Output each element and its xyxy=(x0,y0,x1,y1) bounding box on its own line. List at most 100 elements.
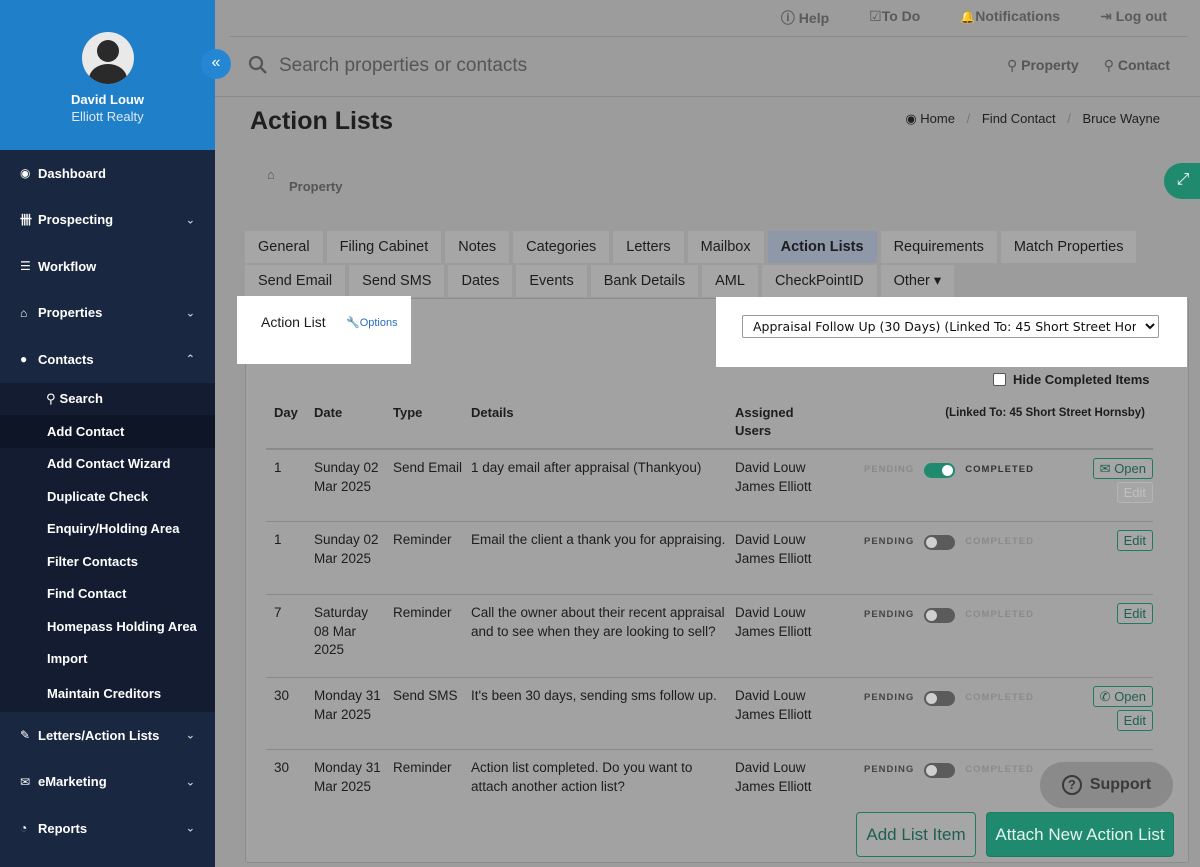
edit-button[interactable]: Edit xyxy=(1116,482,1153,503)
question-icon: ? xyxy=(1061,775,1082,795)
sidebar-item-label: Properties xyxy=(38,305,103,321)
sidebar-item-label: Prospecting xyxy=(38,212,114,228)
cell-type: Reminder xyxy=(393,760,452,775)
action-list-header: Action List 🔧Options xyxy=(237,296,411,364)
sidebar-item-prospecting[interactable]: 卌 Prospecting ⌄ xyxy=(0,197,215,244)
sidebar-item-letters-action-lists[interactable]: ✎ Letters/Action Lists ⌄ xyxy=(0,712,215,759)
chevron-down-icon: ⌄ xyxy=(185,776,195,789)
status-toggle[interactable] xyxy=(924,690,956,706)
cell-date: Monday 31 Mar 2025 xyxy=(314,688,381,722)
submenu-search[interactable]: ⚲ Search xyxy=(0,383,215,416)
search-bar: ⚲ Property ⚲ Contact xyxy=(215,37,1200,97)
cell-day: 1 xyxy=(274,460,282,475)
status-toggle[interactable] xyxy=(924,762,956,778)
envelope-icon: ✉ xyxy=(1099,461,1111,476)
tab-letters[interactable]: Letters xyxy=(613,231,684,263)
header-details: Details xyxy=(471,405,514,420)
help-link[interactable]: ⓘ Help xyxy=(781,8,829,28)
breadcrumb-find-contact[interactable]: Find Contact xyxy=(982,111,1056,126)
submenu-add-contact[interactable]: Add Contact xyxy=(0,415,215,448)
tab-dates[interactable]: Dates xyxy=(448,265,513,297)
submenu-filter-contacts[interactable]: Filter Contacts xyxy=(0,545,215,578)
expand-icon[interactable]: ⤢ xyxy=(1164,163,1200,199)
sidebar-item-emarketing[interactable]: ✉ eMarketing ⌄ xyxy=(0,759,215,806)
table-row: 1 Sunday 02 Mar 2025 Send Email 1 day em… xyxy=(266,450,1153,522)
options-link[interactable]: 🔧Options xyxy=(346,316,398,329)
notifications-label: Notifications xyxy=(975,8,1061,24)
tab-notes[interactable]: Notes xyxy=(445,231,510,263)
tab-general[interactable]: General xyxy=(245,231,323,263)
status-toggle-group: PENDING COMPLETED xyxy=(864,533,1034,552)
panel-title: Action List xyxy=(261,314,326,330)
completed-label: COMPLETED xyxy=(965,692,1034,703)
submenu-add-contact-wizard[interactable]: Add Contact Wizard xyxy=(0,448,215,481)
tab-aml[interactable]: AML xyxy=(702,265,758,297)
breadcrumb-home[interactable]: ◉ Home xyxy=(905,111,955,126)
edit-button[interactable]: Edit xyxy=(1116,710,1153,731)
cell-users: David Louw James Elliott xyxy=(735,460,812,494)
status-toggle[interactable] xyxy=(924,462,956,478)
support-button[interactable]: ? Support xyxy=(1040,762,1173,808)
breadcrumb: ◉ Home / Find Contact / Bruce Wayne xyxy=(905,111,1160,127)
tab-events[interactable]: Events xyxy=(516,265,587,297)
logout-link[interactable]: ⇥ Log out xyxy=(1100,8,1167,28)
todo-label: To Do xyxy=(881,8,921,24)
sidebar-item-workflow[interactable]: ☰ Workflow xyxy=(0,243,215,290)
tab-other[interactable]: Other ▾ xyxy=(880,265,955,297)
breadcrumb-separator: / xyxy=(966,111,971,126)
tab-categories[interactable]: Categories xyxy=(513,231,610,263)
submenu-label: Search xyxy=(59,391,103,407)
checkbox[interactable] xyxy=(993,373,1006,386)
edit-button[interactable]: Edit xyxy=(1116,603,1153,624)
tab-mailbox[interactable]: Mailbox xyxy=(687,231,764,263)
open-button[interactable]: ✆ Open xyxy=(1092,686,1153,707)
cell-users: David Louw James Elliott xyxy=(735,532,812,566)
cell-type: Send SMS xyxy=(393,688,458,703)
hide-completed-checkbox[interactable]: Hide Completed Items xyxy=(993,372,1150,387)
sidebar-item-label: Dashboard xyxy=(38,165,106,181)
options-label: Options xyxy=(359,317,398,329)
tab-filing-cabinet[interactable]: Filing Cabinet xyxy=(326,231,442,263)
property-link[interactable]: ⌂ Property xyxy=(267,167,342,194)
action-list-table: Day Date Type Details Assigned Users (Li… xyxy=(266,398,1153,822)
tab-match-properties[interactable]: Match Properties xyxy=(1000,231,1137,263)
tab-send-sms[interactable]: Send SMS xyxy=(349,265,445,297)
submenu-enquiry-holding-area[interactable]: Enquiry/Holding Area xyxy=(0,513,215,546)
status-toggle[interactable] xyxy=(924,607,956,623)
submenu-import[interactable]: Import xyxy=(0,643,215,676)
profile-company: Elliott Realty xyxy=(71,109,144,124)
tab-requirements[interactable]: Requirements xyxy=(880,231,997,263)
todo-link[interactable]: ☑To Do xyxy=(869,8,920,28)
search-icon xyxy=(248,55,268,81)
tab-bank-details[interactable]: Bank Details xyxy=(590,265,699,297)
submenu-find-contact[interactable]: Find Contact xyxy=(0,578,215,611)
sidebar-item-contacts[interactable]: ● Contacts ⌃ xyxy=(0,336,215,383)
tab-send-email[interactable]: Send Email xyxy=(245,265,346,297)
submenu-duplicate-check[interactable]: Duplicate Check xyxy=(0,480,215,513)
status-toggle-group: PENDING COMPLETED xyxy=(864,461,1034,480)
cell-type: Reminder xyxy=(393,605,452,620)
search-contact-button[interactable]: ⚲ Contact xyxy=(1104,57,1170,74)
sidebar-item-properties[interactable]: ⌂ Properties ⌄ xyxy=(0,290,215,337)
tab-action-lists[interactable]: Action Lists xyxy=(767,231,877,263)
add-list-item-button[interactable]: Add List Item xyxy=(856,812,976,857)
collapse-sidebar-button[interactable]: « xyxy=(201,49,231,79)
submenu-maintain-creditors[interactable]: Maintain Creditors xyxy=(0,675,215,712)
sidebar-item-dashboard[interactable]: ◉ Dashboard xyxy=(0,150,215,197)
tally-icon: 卌 xyxy=(20,213,33,228)
sidebar-item-reports[interactable]: ◔ Reports ⌄ xyxy=(0,805,215,852)
submenu-homepass-holding-area[interactable]: Homepass Holding Area xyxy=(0,610,215,643)
status-toggle[interactable] xyxy=(924,534,956,550)
cell-day: 7 xyxy=(274,605,282,620)
search-property-button[interactable]: ⚲ Property xyxy=(1007,57,1079,74)
notifications-link[interactable]: 🔔Notifications xyxy=(960,8,1060,28)
cell-details: It's been 30 days, sending sms follow up… xyxy=(471,688,717,703)
search-input[interactable] xyxy=(279,51,779,81)
attach-new-action-list-button[interactable]: Attach New Action List xyxy=(986,812,1174,857)
tab-checkpointid[interactable]: CheckPointID xyxy=(761,265,877,297)
avatar[interactable] xyxy=(81,32,134,84)
action-list-select[interactable]: Appraisal Follow Up (30 Days) (Linked To… xyxy=(742,315,1159,338)
open-button[interactable]: ✉ Open xyxy=(1092,458,1153,479)
table-row: 30 Monday 31 Mar 2025 Send SMS It's been… xyxy=(266,678,1153,750)
edit-button[interactable]: Edit xyxy=(1116,530,1153,551)
